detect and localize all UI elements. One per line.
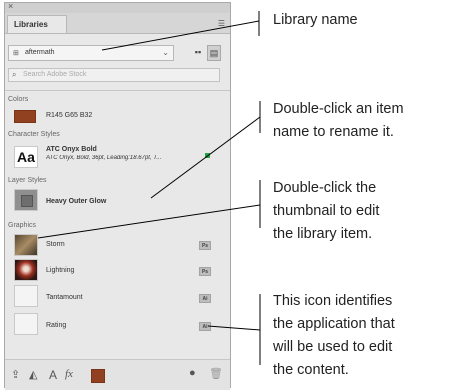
annotation-edit-line3: the library item. — [273, 226, 373, 242]
annotation-app-line1: This icon identifies — [273, 293, 393, 309]
annotation-app-line4: the content. — [273, 362, 349, 378]
annotation-edit-line2: thumbnail to edit — [273, 203, 380, 219]
annotation-library-name: Library name — [273, 12, 358, 28]
annotation-edit-line1: Double-click the — [273, 180, 377, 196]
annotation-rename-line2: name to rename it. — [273, 124, 394, 140]
annotation-rename-line1: Double-click an item — [273, 101, 404, 117]
annotation-app-line2: the application that — [273, 316, 395, 332]
annotation-app-line3: will be used to edit — [273, 339, 393, 355]
